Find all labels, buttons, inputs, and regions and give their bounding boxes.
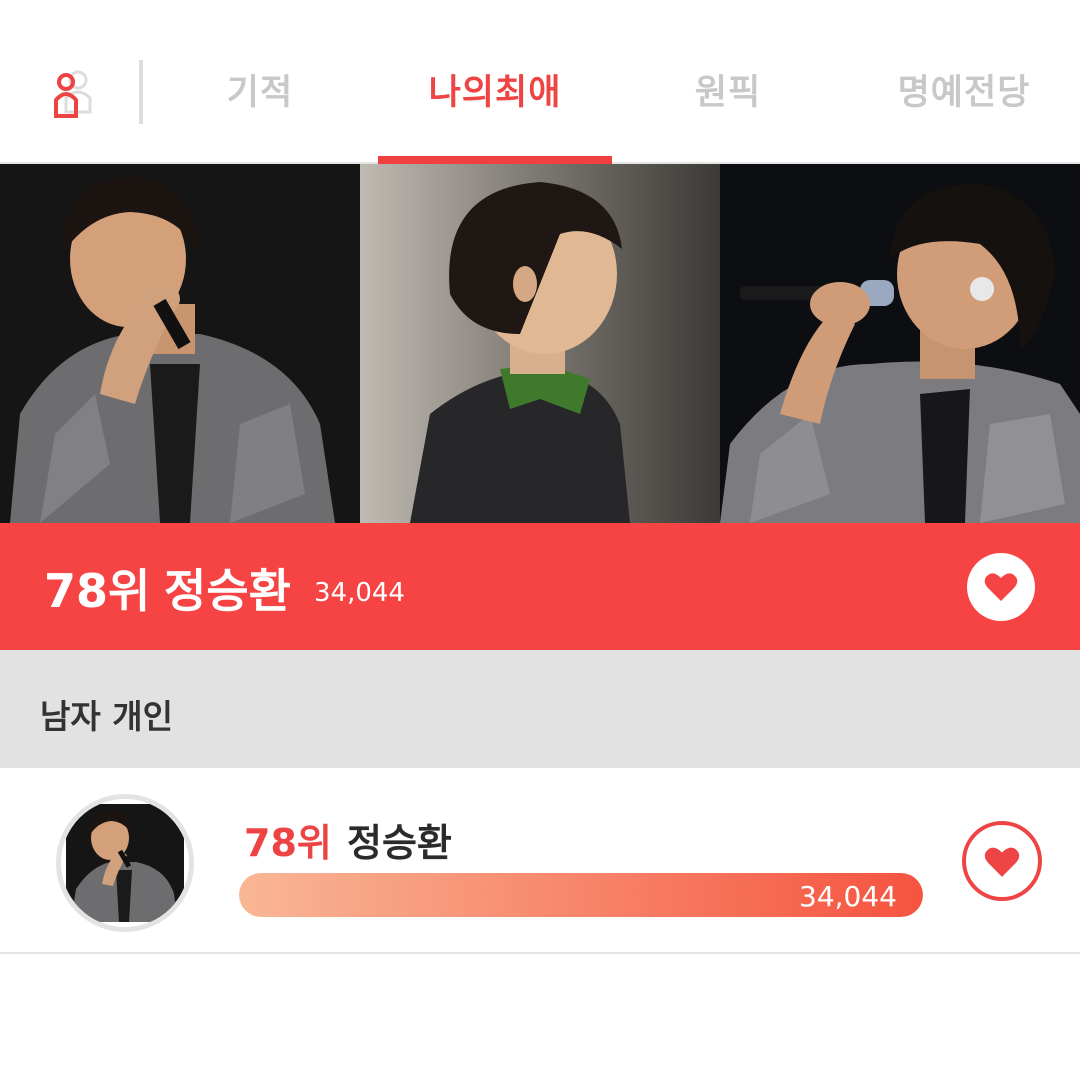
category-label: 남자 개인 [40, 697, 173, 736]
vote-progress-bar: 34,044 [239, 873, 923, 917]
row-rank: 78위 [244, 821, 332, 865]
banner-vote-button[interactable] [967, 553, 1035, 621]
artist-photo-1[interactable] [0, 164, 360, 523]
photo-strip [0, 164, 1080, 523]
person-icon [54, 70, 92, 118]
category-header: 남자 개인 [0, 650, 1080, 768]
banner-artist-name: 정승환 [164, 564, 291, 618]
heart-icon [984, 847, 1020, 877]
tab-one-pick[interactable]: 원픽 [672, 70, 784, 116]
active-tab-indicator [378, 156, 612, 164]
banner-vote-count: 34,044 [314, 578, 405, 608]
artist-photo-3[interactable] [720, 164, 1080, 523]
tab-hall-of-fame[interactable]: 명예전당 [874, 70, 1054, 116]
tab-divider [139, 60, 143, 124]
banner-rank: 78위 [44, 564, 151, 618]
row-vote-count: 34,044 [799, 880, 897, 913]
ranking-row[interactable]: 78위 정승환 34,044 [0, 768, 1080, 954]
tab-my-favorite[interactable]: 나의최애 [405, 70, 585, 116]
heart-icon [984, 573, 1018, 601]
selected-artist-banner: 78위 정승환 34,044 [0, 523, 1080, 650]
top-tab-bar: 기적 나의최애 원픽 명예전당 [0, 0, 1080, 164]
avatar[interactable] [56, 794, 194, 932]
profile-button[interactable] [40, 62, 100, 122]
row-vote-button[interactable] [962, 821, 1042, 901]
row-artist-name: 정승환 [347, 821, 452, 865]
artist-photo-2[interactable] [360, 164, 720, 523]
tab-miracle[interactable]: 기적 [204, 70, 316, 116]
